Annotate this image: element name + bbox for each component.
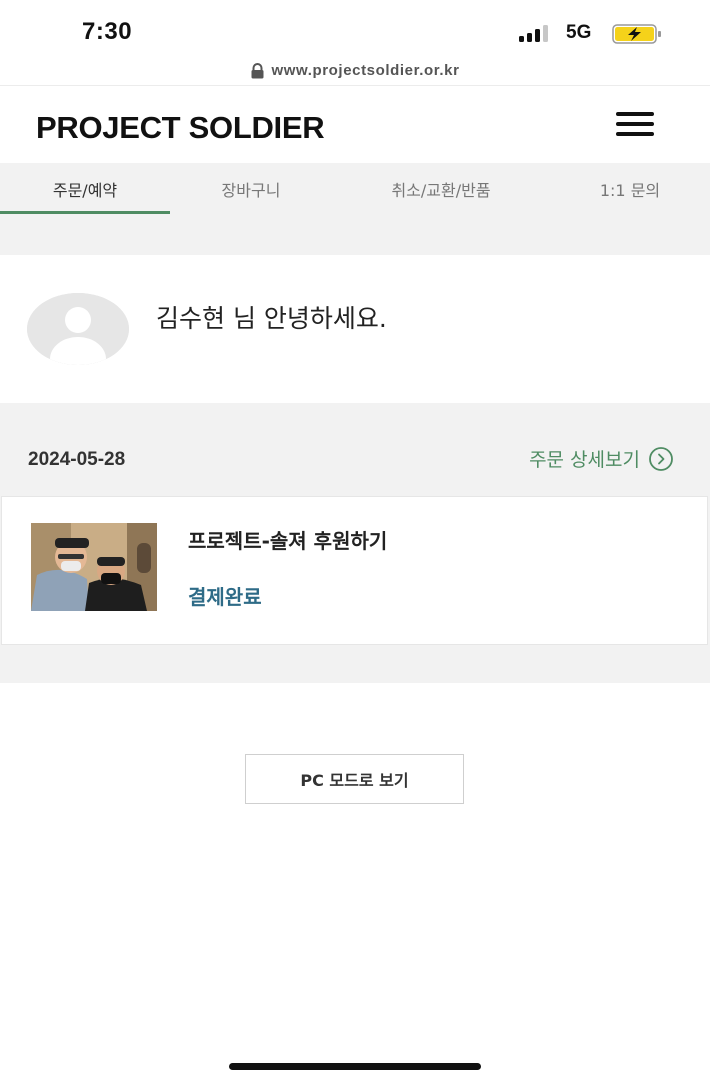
product-name: 프로젝트-솔져 후원하기 <box>188 529 388 553</box>
order-date: 2024-05-28 <box>28 449 126 470</box>
profile-section: 김수현 님 안녕하세요. <box>0 255 710 403</box>
tab-inquiry[interactable]: 1:1 문의 <box>550 163 710 214</box>
tab-cancel-exchange-return[interactable]: 취소/교환/반품 <box>332 163 550 214</box>
section-divider <box>0 214 710 255</box>
greeting-text: 김수현 님 안녕하세요. <box>156 304 387 333</box>
brand-logo[interactable]: PROJECT SOLDIER <box>36 110 325 146</box>
user-avatar-icon <box>27 293 129 365</box>
tab-cart[interactable]: 장바구니 <box>170 163 332 214</box>
network-type: 5G <box>566 22 592 43</box>
url-bar[interactable]: www.projectsoldier.or.kr <box>0 56 710 86</box>
cellular-signal-icon <box>519 24 553 42</box>
mypage-tabs: 주문/예약 장바구니 취소/교환/반품 1:1 문의 <box>0 163 710 214</box>
pc-mode-button[interactable]: PC 모드로 보기 <box>245 754 464 804</box>
status-bar: 7:30 5G <box>0 0 710 56</box>
hamburger-menu-icon[interactable] <box>616 112 654 136</box>
tab-order-reservation[interactable]: 주문/예약 <box>0 163 170 214</box>
order-section: 2024-05-28 주문 상세보기 프로젝트-솔져 후원하기 결제완료 <box>0 403 710 683</box>
home-indicator[interactable] <box>229 1063 481 1070</box>
product-thumbnail <box>31 523 157 611</box>
chevron-right-circle-icon <box>649 446 673 471</box>
status-time: 7:30 <box>82 18 133 45</box>
url-text: www.projectsoldier.or.kr <box>271 62 460 79</box>
battery-charging-icon <box>612 24 661 44</box>
lock-icon <box>251 62 264 78</box>
payment-status: 결제완료 <box>188 585 262 609</box>
order-detail-label: 주문 상세보기 <box>529 449 640 471</box>
site-header: PROJECT SOLDIER <box>0 86 710 163</box>
order-detail-link[interactable]: 주문 상세보기 <box>529 445 674 472</box>
order-item-card[interactable]: 프로젝트-솔져 후원하기 결제완료 <box>1 496 708 645</box>
